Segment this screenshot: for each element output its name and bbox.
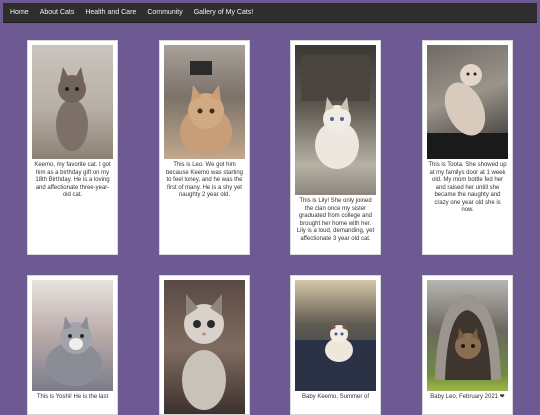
gallery-card: This is Lily! She only joined the clan o… [290, 40, 381, 255]
card-caption: This is Yoshi! He is the last [36, 394, 109, 400]
cat-photo[interactable] [32, 45, 113, 159]
cat-photo[interactable] [295, 280, 376, 391]
card-caption: Keemo, my favorite cat. I got him as a b… [34, 162, 111, 198]
gallery-card: This is Leo. We got him because Keemo wa… [159, 40, 250, 255]
cat-photo[interactable] [32, 280, 113, 391]
gallery-card: This is Toota. She showed up at my famil… [422, 40, 513, 255]
cat-photo[interactable] [295, 45, 376, 195]
gallery-card: This is Yoshi! He is the last [27, 275, 118, 415]
cat-photo[interactable] [164, 45, 245, 159]
gallery-card: Baby Leo, February 2021 ❤ [422, 275, 513, 415]
card-caption: This is Toota. She showed up at my famil… [428, 162, 507, 213]
card-caption: This is Leo. We got him because Keemo wa… [165, 162, 244, 198]
card-caption: This is Lily! She only joined the clan o… [296, 198, 375, 242]
gallery-card: Baby Keemo, Summer of [290, 275, 381, 415]
cat-photo[interactable] [164, 280, 245, 414]
cat-photo[interactable] [427, 45, 508, 159]
card-caption: Baby Keemo, Summer of [301, 394, 370, 400]
cat-photo[interactable] [427, 280, 508, 391]
gallery-card [159, 275, 250, 415]
gallery-card: Keemo, my favorite cat. I got him as a b… [27, 40, 118, 255]
card-caption: Baby Leo, February 2021 ❤ [430, 394, 505, 400]
gallery-grid: Keemo, my favorite cat. I got him as a b… [0, 0, 540, 415]
